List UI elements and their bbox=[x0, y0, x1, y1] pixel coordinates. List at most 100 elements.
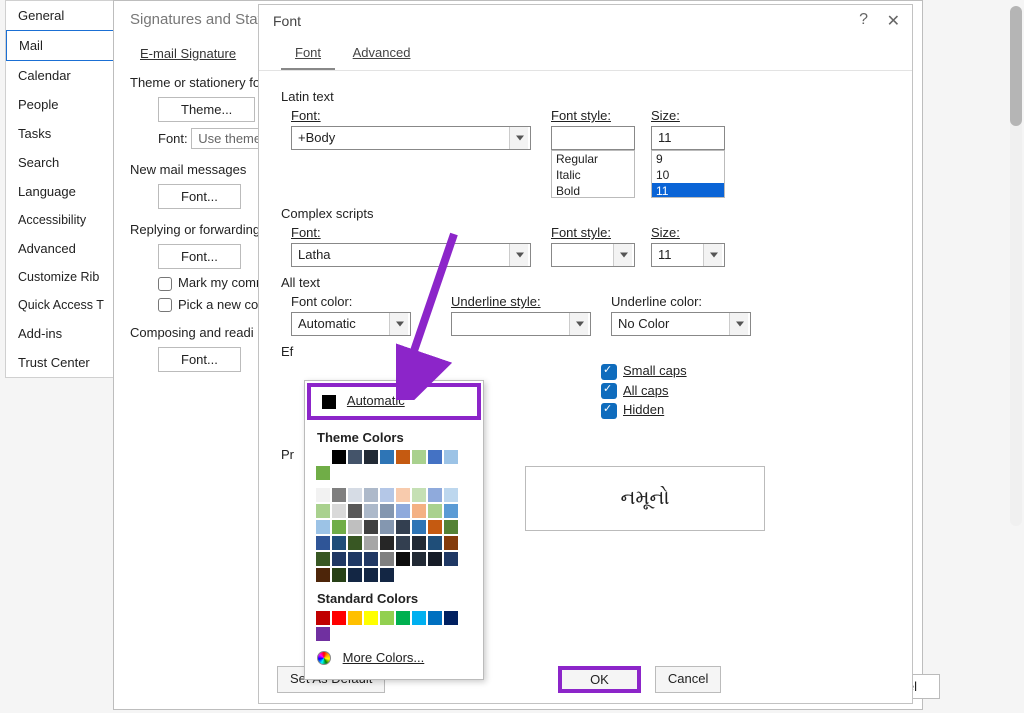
color-swatch[interactable] bbox=[412, 488, 426, 502]
color-swatch[interactable] bbox=[428, 488, 442, 502]
help-icon[interactable]: ? bbox=[859, 11, 868, 29]
color-swatch[interactable] bbox=[364, 488, 378, 502]
underline-style-combo[interactable] bbox=[451, 312, 591, 336]
color-swatch[interactable] bbox=[428, 520, 442, 534]
color-swatch[interactable] bbox=[332, 568, 346, 582]
color-swatch[interactable] bbox=[444, 488, 458, 502]
color-swatch[interactable] bbox=[348, 536, 362, 550]
underline-color-combo[interactable]: No Color bbox=[611, 312, 751, 336]
color-swatch[interactable] bbox=[316, 552, 330, 566]
font-size-input[interactable]: 11 bbox=[651, 126, 725, 150]
color-swatch[interactable] bbox=[364, 536, 378, 550]
color-swatch[interactable] bbox=[380, 611, 394, 625]
color-swatch[interactable] bbox=[380, 552, 394, 566]
reply-font-button[interactable]: Font... bbox=[158, 244, 241, 269]
color-swatch[interactable] bbox=[316, 568, 330, 582]
color-swatch[interactable] bbox=[444, 504, 458, 518]
color-swatch[interactable] bbox=[396, 552, 410, 566]
color-swatch[interactable] bbox=[412, 611, 426, 625]
color-swatch[interactable] bbox=[412, 552, 426, 566]
compose-font-button[interactable]: Font... bbox=[158, 347, 241, 372]
color-swatch[interactable] bbox=[348, 520, 362, 534]
color-swatch[interactable] bbox=[316, 504, 330, 518]
color-swatch[interactable] bbox=[396, 611, 410, 625]
color-swatch[interactable] bbox=[444, 611, 458, 625]
color-swatch[interactable] bbox=[332, 488, 346, 502]
color-swatch[interactable] bbox=[332, 552, 346, 566]
mark-comments-checkbox[interactable] bbox=[158, 277, 172, 291]
scrollbar[interactable] bbox=[1010, 6, 1022, 526]
color-swatch[interactable] bbox=[364, 450, 378, 464]
color-swatch[interactable] bbox=[380, 520, 394, 534]
color-swatch[interactable] bbox=[332, 504, 346, 518]
color-swatch[interactable] bbox=[364, 552, 378, 566]
ok-button[interactable]: OK bbox=[558, 666, 641, 693]
color-swatch[interactable] bbox=[412, 504, 426, 518]
color-swatch[interactable] bbox=[380, 450, 394, 464]
color-swatch[interactable] bbox=[412, 520, 426, 534]
font-combo[interactable]: +Body bbox=[291, 126, 531, 150]
color-swatch[interactable] bbox=[316, 611, 330, 625]
color-swatch[interactable] bbox=[444, 450, 458, 464]
color-swatch[interactable] bbox=[428, 552, 442, 566]
tab-advanced[interactable]: Advanced bbox=[339, 37, 425, 68]
close-icon[interactable]: ✕ bbox=[887, 11, 900, 31]
color-swatch[interactable] bbox=[396, 504, 410, 518]
color-swatch[interactable] bbox=[316, 466, 330, 480]
color-swatch[interactable] bbox=[332, 536, 346, 550]
color-swatch[interactable] bbox=[348, 568, 362, 582]
all-caps-checkbox[interactable] bbox=[601, 383, 617, 399]
font-label: Font: bbox=[158, 131, 188, 146]
color-swatch[interactable] bbox=[316, 450, 330, 464]
tab-font[interactable]: Font bbox=[281, 37, 335, 70]
color-swatch[interactable] bbox=[364, 504, 378, 518]
hidden-checkbox[interactable] bbox=[601, 403, 617, 419]
color-swatch[interactable] bbox=[316, 627, 330, 641]
color-swatch[interactable] bbox=[444, 520, 458, 534]
color-swatch[interactable] bbox=[428, 450, 442, 464]
scrollbar-thumb[interactable] bbox=[1010, 6, 1022, 126]
color-swatch[interactable] bbox=[332, 450, 346, 464]
color-swatch[interactable] bbox=[428, 536, 442, 550]
color-swatch[interactable] bbox=[396, 520, 410, 534]
color-swatch[interactable] bbox=[444, 552, 458, 566]
color-swatch[interactable] bbox=[396, 488, 410, 502]
more-colors-item[interactable]: More Colors... bbox=[305, 642, 483, 674]
theme-button[interactable]: Theme... bbox=[158, 97, 255, 122]
color-swatch[interactable] bbox=[412, 450, 426, 464]
color-swatch[interactable] bbox=[444, 536, 458, 550]
color-swatch[interactable] bbox=[316, 520, 330, 534]
color-swatch[interactable] bbox=[380, 536, 394, 550]
color-swatch[interactable] bbox=[412, 536, 426, 550]
font-style-list[interactable]: Regular Italic Bold bbox=[551, 150, 635, 198]
cancel-button[interactable]: Cancel bbox=[655, 666, 721, 693]
font-style-input[interactable] bbox=[551, 126, 635, 150]
color-swatch[interactable] bbox=[380, 568, 394, 582]
color-swatch[interactable] bbox=[332, 520, 346, 534]
color-swatch[interactable] bbox=[380, 488, 394, 502]
color-swatch[interactable] bbox=[364, 520, 378, 534]
color-swatch[interactable] bbox=[316, 488, 330, 502]
color-swatch[interactable] bbox=[332, 611, 346, 625]
complex-size-combo[interactable]: 11 bbox=[651, 243, 725, 267]
color-swatch[interactable] bbox=[364, 611, 378, 625]
color-swatch[interactable] bbox=[348, 488, 362, 502]
color-swatch[interactable] bbox=[364, 568, 378, 582]
color-swatch[interactable] bbox=[428, 504, 442, 518]
new-mail-font-button[interactable]: Font... bbox=[158, 184, 241, 209]
pick-color-checkbox[interactable] bbox=[158, 298, 172, 312]
color-swatch[interactable] bbox=[380, 504, 394, 518]
tab-email-signature[interactable]: E-mail Signature bbox=[130, 42, 246, 65]
small-caps-checkbox[interactable] bbox=[601, 364, 617, 380]
color-swatch[interactable] bbox=[396, 536, 410, 550]
complex-style-combo[interactable] bbox=[551, 243, 635, 267]
color-swatch[interactable] bbox=[428, 611, 442, 625]
font-color-combo[interactable]: Automatic bbox=[291, 312, 411, 336]
color-swatch[interactable] bbox=[316, 536, 330, 550]
color-swatch[interactable] bbox=[348, 611, 362, 625]
font-size-list[interactable]: 9 10 11 bbox=[651, 150, 725, 198]
color-swatch[interactable] bbox=[348, 504, 362, 518]
color-swatch[interactable] bbox=[396, 450, 410, 464]
color-swatch[interactable] bbox=[348, 552, 362, 566]
color-swatch[interactable] bbox=[348, 450, 362, 464]
